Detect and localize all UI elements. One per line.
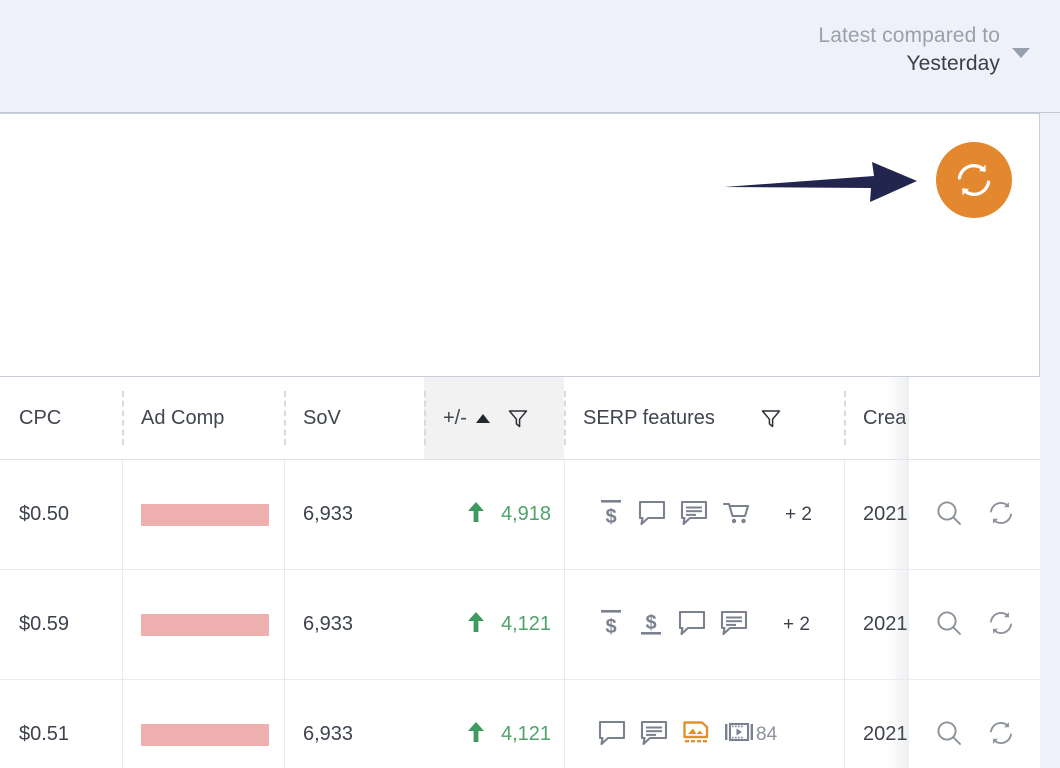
serp-feature-icon-list: 84: [583, 717, 777, 753]
column-header-sov[interactable]: SoV: [284, 377, 424, 459]
top-band: Latest compared to Yesterday: [0, 0, 1060, 113]
ads-bottom-icon[interactable]: $: [637, 607, 665, 643]
row-actions: [887, 570, 1040, 679]
video-count-label: 84: [756, 723, 778, 745]
cpc-value: $0.59: [19, 613, 70, 635]
sov-value: 6,933: [303, 613, 354, 635]
table-row[interactable]: $0.51 6,933 4,121 84 2021: [0, 680, 1040, 768]
cell-cpc: $0.59: [0, 570, 122, 679]
cell-sov: 6,933: [284, 680, 424, 768]
column-header-serp-features[interactable]: SERP features: [564, 377, 844, 459]
cell-sov: 6,933: [284, 460, 424, 569]
magnifier-icon: [934, 498, 964, 531]
column-label-serp-features: SERP features: [583, 406, 715, 429]
column-label-ad-comp: Ad Comp: [141, 406, 225, 429]
cell-cpc: $0.51: [0, 680, 122, 768]
cpc-value: $0.51: [19, 723, 70, 745]
svg-text:$: $: [605, 616, 616, 637]
ads-top-icon[interactable]: $: [597, 497, 625, 533]
video-feature-group[interactable]: 84: [723, 717, 777, 753]
ad-competition-bar: [141, 613, 269, 636]
table-row[interactable]: $0.59 6,933 4,121 $ $ + 2 2021: [0, 570, 1040, 680]
row-actions: [887, 460, 1040, 569]
table-header-row: CPC Ad Comp SoV +/- SERP features Crea: [0, 376, 1040, 460]
delta-value: 4,918: [501, 503, 552, 525]
refresh-row-button[interactable]: [986, 718, 1016, 751]
magnifier-icon: [934, 608, 964, 641]
refresh-row-button[interactable]: [986, 608, 1016, 641]
sort-ascending-triangle-icon[interactable]: [475, 413, 490, 423]
ad-competition-bar: [141, 723, 269, 746]
preview-serp-button[interactable]: [934, 608, 964, 641]
discussion-bubble-icon[interactable]: [677, 607, 707, 643]
delta-value: 4,121: [501, 723, 552, 745]
preview-serp-button[interactable]: [934, 498, 964, 531]
serp-feature-icon-list: $ + 2: [583, 497, 812, 533]
refresh-icon: [986, 608, 1016, 641]
column-label-sov: SoV: [303, 406, 341, 429]
serp-feature-icon-list: $ $ + 2: [583, 607, 810, 643]
cell-delta: 4,918: [424, 460, 564, 569]
compare-period-selector[interactable]: Latest compared to Yesterday: [818, 22, 1000, 77]
arrow-up-icon: [465, 720, 487, 750]
cell-ad-comp: [122, 570, 284, 679]
refresh-icon: [986, 498, 1016, 531]
funnel-filter-icon[interactable]: [759, 406, 783, 430]
cell-serp-features: 84: [564, 680, 844, 768]
arrow-up-icon: [465, 500, 487, 530]
pointer-arrow-icon: [724, 162, 917, 202]
cell-serp-features: $ + 2: [564, 460, 844, 569]
cell-sov: 6,933: [284, 570, 424, 679]
row-actions: [887, 680, 1040, 768]
sov-value: 6,933: [303, 723, 354, 745]
row-actions-header: [887, 377, 1040, 459]
cell-cpc: $0.50: [0, 460, 122, 569]
chevron-down-icon[interactable]: [1012, 48, 1030, 58]
keywords-table: CPC Ad Comp SoV +/- SERP features Crea $…: [0, 376, 1040, 768]
funnel-filter-icon[interactable]: [506, 406, 530, 430]
column-label-delta: +/-: [443, 406, 467, 429]
card-toolbar: [0, 114, 1039, 263]
table-row[interactable]: $0.50 6,933 4,918 $ + 2 2021: [0, 460, 1040, 570]
ad-competition-bar: [141, 503, 269, 526]
faq-bubble-icon[interactable]: [719, 607, 749, 643]
arrow-up-icon: [465, 610, 487, 640]
cell-delta: 4,121: [424, 570, 564, 679]
app-root: Latest compared to Yesterday CPC Ad Comp…: [0, 0, 1060, 768]
cell-serp-features: $ $ + 2: [564, 570, 844, 679]
faq-bubble-icon[interactable]: [679, 497, 709, 533]
magnifier-icon: [934, 718, 964, 751]
compare-label: Latest compared to: [818, 24, 1000, 47]
refresh-icon: [986, 718, 1016, 751]
cell-ad-comp: [122, 680, 284, 768]
sov-value: 6,933: [303, 503, 354, 525]
compare-value: Yesterday: [906, 51, 1000, 75]
preview-serp-button[interactable]: [934, 718, 964, 751]
column-header-delta[interactable]: +/-: [424, 377, 564, 459]
image-pack-icon[interactable]: [681, 717, 711, 753]
refresh-row-button[interactable]: [986, 498, 1016, 531]
ads-top-icon[interactable]: $: [597, 607, 625, 643]
video-icon: [723, 717, 755, 753]
cell-ad-comp: [122, 460, 284, 569]
cpc-value: $0.50: [19, 503, 70, 525]
discussion-bubble-icon[interactable]: [597, 717, 627, 753]
svg-text:$: $: [605, 506, 616, 527]
refresh-circular-arrows-icon: [957, 164, 991, 196]
discussion-bubble-icon[interactable]: [637, 497, 667, 533]
content-card: CPC Ad Comp SoV +/- SERP features Crea $…: [0, 113, 1040, 768]
svg-text:$: $: [645, 612, 656, 634]
column-label-cpc: CPC: [19, 406, 62, 429]
serp-features-more-count[interactable]: + 2: [783, 614, 810, 636]
column-header-ad-comp[interactable]: Ad Comp: [122, 377, 284, 459]
refresh-data-button[interactable]: [936, 142, 1012, 218]
faq-bubble-icon[interactable]: [639, 717, 669, 753]
serp-features-more-count[interactable]: + 2: [785, 504, 812, 526]
column-header-cpc[interactable]: CPC: [0, 377, 122, 459]
shopping-cart-icon[interactable]: [721, 497, 751, 533]
cell-delta: 4,121: [424, 680, 564, 768]
delta-value: 4,121: [501, 613, 552, 635]
